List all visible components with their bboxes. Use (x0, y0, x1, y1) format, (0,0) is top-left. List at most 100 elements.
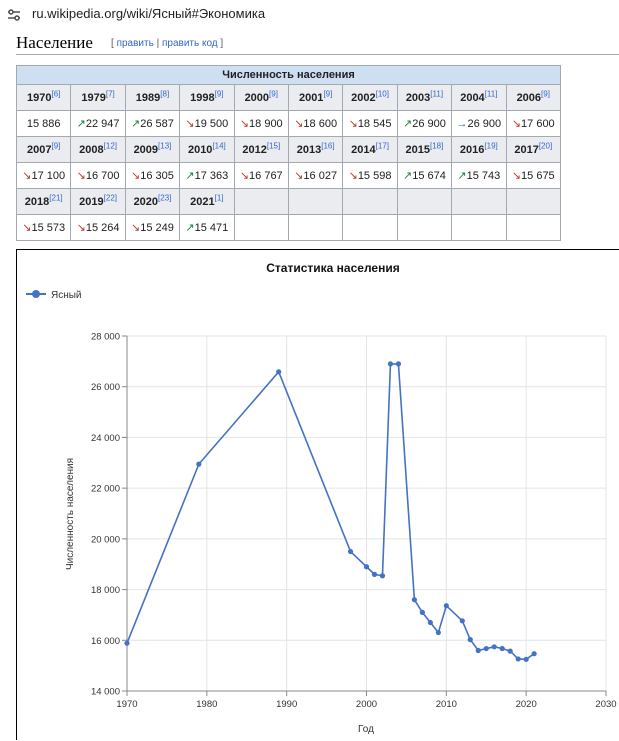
address-bar[interactable]: ru.wikipedia.org/wiki/Ясный#Экономика (0, 0, 619, 30)
data-point (459, 618, 465, 624)
reference-link[interactable]: [9] (269, 89, 278, 98)
y-tick-label: 26 000 (91, 382, 120, 393)
population-cell: →26 900 (451, 110, 507, 137)
reference-link[interactable]: [22] (104, 193, 117, 202)
reference-link[interactable]: [7] (106, 89, 115, 98)
population-cell (342, 214, 398, 241)
year-label: 2010 (187, 143, 213, 156)
arrow-down-icon: ↘ (76, 170, 86, 182)
data-point (483, 645, 489, 652)
year-label: 2001 (298, 91, 324, 104)
population-value: 15 573 (31, 222, 66, 234)
population-cell: ↘15 249 (124, 214, 181, 241)
reference-link[interactable]: [11] (430, 89, 443, 98)
year-cell: 2009[13] (124, 136, 181, 163)
reference-link[interactable]: [16] (321, 141, 334, 150)
population-cell: ↘15 573 (15, 214, 72, 241)
year-cell (505, 188, 562, 215)
url-text[interactable]: ru.wikipedia.org/wiki/Ясный#Экономика (32, 6, 265, 21)
reference-link[interactable]: [1] (215, 193, 224, 202)
year-label: 1970 (27, 91, 52, 104)
bracket-open: [ (111, 38, 114, 49)
reference-link[interactable]: [13] (158, 141, 171, 150)
year-cell (287, 188, 344, 215)
arrow-up-icon: ↗ (185, 170, 195, 182)
year-cell: 2000[9] (233, 84, 289, 111)
x-tick-label: 1980 (196, 699, 217, 710)
tune-icon[interactable] (6, 7, 22, 23)
data-point (515, 656, 521, 662)
edit-link[interactable]: править (117, 38, 154, 49)
data-point (363, 564, 370, 570)
year-label: 2007 (27, 143, 52, 156)
population-cell: ↗26 900 (396, 110, 453, 137)
reference-link[interactable]: [14] (212, 141, 225, 150)
reference-link[interactable]: [19] (484, 141, 497, 150)
reference-link[interactable]: [9] (51, 141, 60, 150)
chart-svg: Статистика населения Ясный 14 000 16 000 18 … (26, 261, 617, 735)
year-label: 2012 (242, 143, 267, 156)
population-value: 26 900 (467, 117, 502, 130)
edit-code-link[interactable]: править код (162, 38, 218, 49)
arrow-down-icon: ↘ (76, 222, 86, 234)
reference-link[interactable]: [20] (539, 141, 552, 150)
reference-link[interactable]: [6] (51, 89, 60, 98)
reference-link[interactable]: [18] (430, 141, 443, 150)
year-label: 2021 (190, 195, 215, 208)
reference-link[interactable]: [10] (376, 89, 389, 98)
population-value: 16 027 (303, 170, 338, 182)
data-point (467, 637, 473, 643)
population-value: 17 100 (31, 170, 66, 182)
year-label: 2006 (516, 91, 542, 104)
reference-link[interactable]: [9] (215, 89, 224, 98)
reference-link[interactable]: [21] (49, 193, 62, 202)
population-cell: ↘17 600 (505, 110, 562, 137)
year-label: 2003 (405, 91, 431, 104)
year-cell (396, 188, 453, 215)
year-cell: 2015[18] (396, 136, 453, 163)
y-tick-label: 16 000 (91, 636, 120, 647)
population-cell: ↗22 947 (70, 110, 126, 137)
population-chart: Статистика населения Ясный 14 000 16 000 18 … (16, 249, 619, 740)
population-cell: ↗26 587 (124, 110, 181, 137)
reference-link[interactable]: [15] (267, 141, 280, 150)
reference-link[interactable]: [17] (376, 141, 389, 150)
year-cell: 2014[17] (342, 136, 398, 163)
population-value: 15 674 (412, 170, 446, 182)
arrow-down-icon: ↘ (131, 170, 141, 182)
year-label: 2009 (133, 143, 159, 156)
reference-link[interactable]: [8] (160, 89, 169, 98)
data-point (443, 603, 449, 609)
arrow-right-icon: → (456, 117, 468, 130)
reference-link[interactable]: [9] (541, 89, 550, 98)
y-tick-label: 18 000 (91, 585, 120, 596)
year-cell: 2016[19] (451, 136, 507, 163)
data-point (347, 548, 354, 555)
reference-link[interactable]: [11] (485, 89, 498, 98)
population-value: 26 900 (412, 118, 446, 130)
data-point (124, 640, 130, 646)
population-cell: ↘18 545 (342, 110, 398, 137)
x-tick-label: 2000 (356, 699, 377, 710)
reference-link[interactable]: [23] (158, 193, 171, 202)
arrow-down-icon: ↘ (511, 170, 522, 182)
population-cell: ↘16 767 (233, 162, 289, 189)
legend-marker (32, 290, 40, 298)
x-tick-label: 2020 (516, 699, 537, 710)
section-title: Население (16, 33, 93, 52)
year-cell (342, 188, 398, 215)
population-cell: ↗15 743 (451, 162, 507, 189)
data-point (427, 619, 433, 626)
reference-link[interactable]: [9] (323, 89, 332, 98)
year-label: 2015 (405, 143, 430, 156)
table-year-row: 2007[9] 2008[12] 2009[13] 2010[14] 2012[15] 2… (15, 136, 562, 163)
reference-link[interactable]: [12] (104, 141, 117, 150)
year-cell: 2001[9] (287, 84, 344, 111)
population-value: 22 947 (85, 118, 120, 130)
year-label: 2020 (133, 195, 159, 208)
arrow-up-icon: ↗ (76, 118, 86, 130)
data-point (499, 645, 505, 652)
year-cell: 2018[21] (15, 188, 72, 215)
legend-label: Ясный (51, 290, 82, 301)
year-cell: 2020[23] (124, 188, 181, 215)
